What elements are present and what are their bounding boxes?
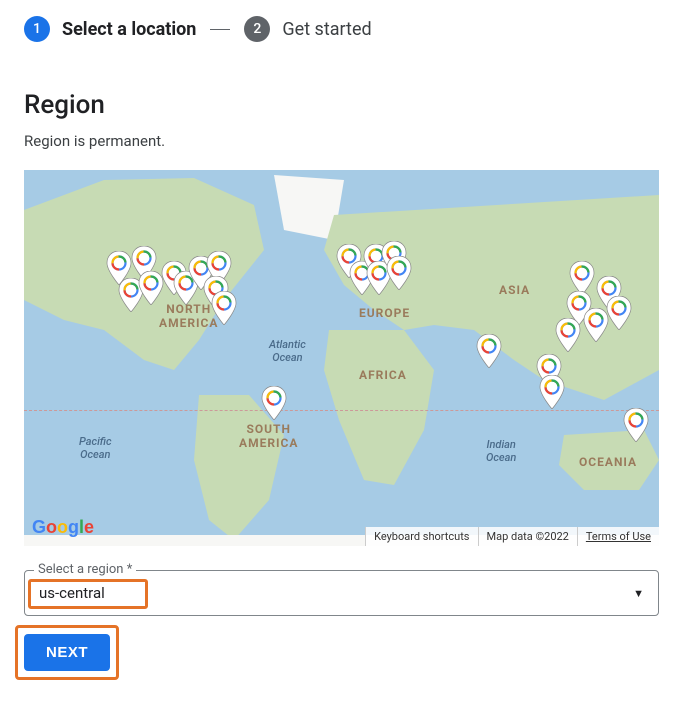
step-2-label: Get started	[282, 19, 371, 40]
step-1[interactable]: 1 Select a location	[24, 16, 196, 42]
region-select-value: us-central	[39, 584, 105, 602]
next-button-wrapper: Next	[24, 634, 110, 671]
region-title: Region	[24, 90, 659, 120]
stepper: 1 Select a location 2 Get started	[24, 16, 659, 42]
keyboard-shortcuts-button[interactable]: Keyboard shortcuts	[365, 527, 477, 546]
region-marker[interactable]	[386, 256, 412, 290]
region-marker[interactable]	[261, 386, 287, 420]
map-footer: Keyboard shortcuts Map data ©2022 Terms …	[365, 527, 659, 546]
step-divider	[210, 29, 230, 30]
region-marker[interactable]	[539, 375, 565, 409]
step-1-label: Select a location	[62, 19, 196, 40]
step-2[interactable]: 2 Get started	[244, 16, 371, 42]
step-2-circle: 2	[244, 16, 270, 42]
region-marker[interactable]	[623, 408, 649, 442]
region-marker[interactable]	[606, 296, 632, 330]
region-select-field: Select a region * us-central ▼	[24, 570, 659, 616]
chevron-down-icon: ▼	[633, 587, 644, 600]
terms-link[interactable]: Terms of Use	[577, 527, 659, 546]
next-button[interactable]: Next	[24, 634, 110, 671]
map-background	[24, 170, 659, 546]
region-marker[interactable]	[555, 318, 581, 352]
region-marker[interactable]	[569, 261, 595, 295]
region-marker[interactable]	[476, 334, 502, 368]
google-logo: Google	[32, 517, 94, 538]
region-select-label: Select a region *	[34, 562, 136, 577]
map-container[interactable]: NORTHAMERICA SOUTHAMERICA EUROPE AFRICA …	[24, 170, 659, 546]
step-1-circle: 1	[24, 16, 50, 42]
region-subtitle: Region is permanent.	[24, 132, 659, 150]
map-data-label: Map data ©2022	[478, 527, 577, 546]
region-marker[interactable]	[211, 291, 237, 325]
